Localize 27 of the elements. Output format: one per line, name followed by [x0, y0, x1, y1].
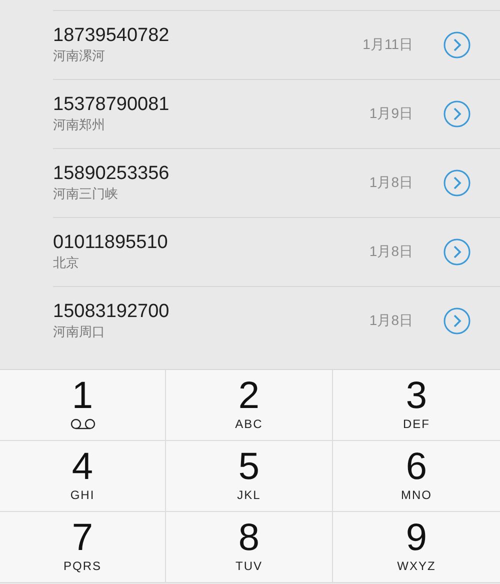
caller-location: 河南周口	[53, 323, 105, 341]
chevron-circle-icon[interactable]	[443, 238, 471, 266]
chevron-circle-icon[interactable]	[443, 100, 471, 128]
phone-number: 15083192700	[53, 301, 170, 323]
call-date: 1月8日	[369, 312, 413, 330]
dial-key[interactable]: 2 ABC	[166, 370, 333, 441]
dial-key[interactable]: 1	[0, 370, 166, 441]
chevron-circle-icon[interactable]	[443, 169, 471, 197]
chevron-circle-icon[interactable]	[443, 31, 471, 59]
dial-key[interactable]: 5 JKL	[166, 441, 333, 512]
call-date: 1月8日	[369, 243, 413, 261]
phone-number: 01011895510	[53, 232, 168, 254]
phone-number: 15890253356	[53, 163, 170, 185]
caller-location: 河南漯河	[53, 47, 105, 65]
caller-location: 河南郑州	[53, 116, 105, 134]
call-date: 1月8日	[369, 174, 413, 192]
caller-location: 北京	[53, 254, 79, 272]
voicemail-icon	[68, 418, 96, 430]
phone-number: 15378790081	[53, 94, 170, 116]
phone-number: 18739540782	[53, 25, 170, 47]
dial-key[interactable]: 4 GHI	[0, 441, 166, 512]
caller-location: 河南三门峡	[53, 185, 118, 203]
dial-key[interactable]: 8 TUV	[166, 512, 333, 583]
call-date: 1月9日	[369, 105, 413, 123]
dial-key[interactable]: 7 PQRS	[0, 512, 166, 583]
call-date: 1月11日	[362, 36, 413, 54]
chevron-circle-icon[interactable]	[443, 307, 471, 335]
